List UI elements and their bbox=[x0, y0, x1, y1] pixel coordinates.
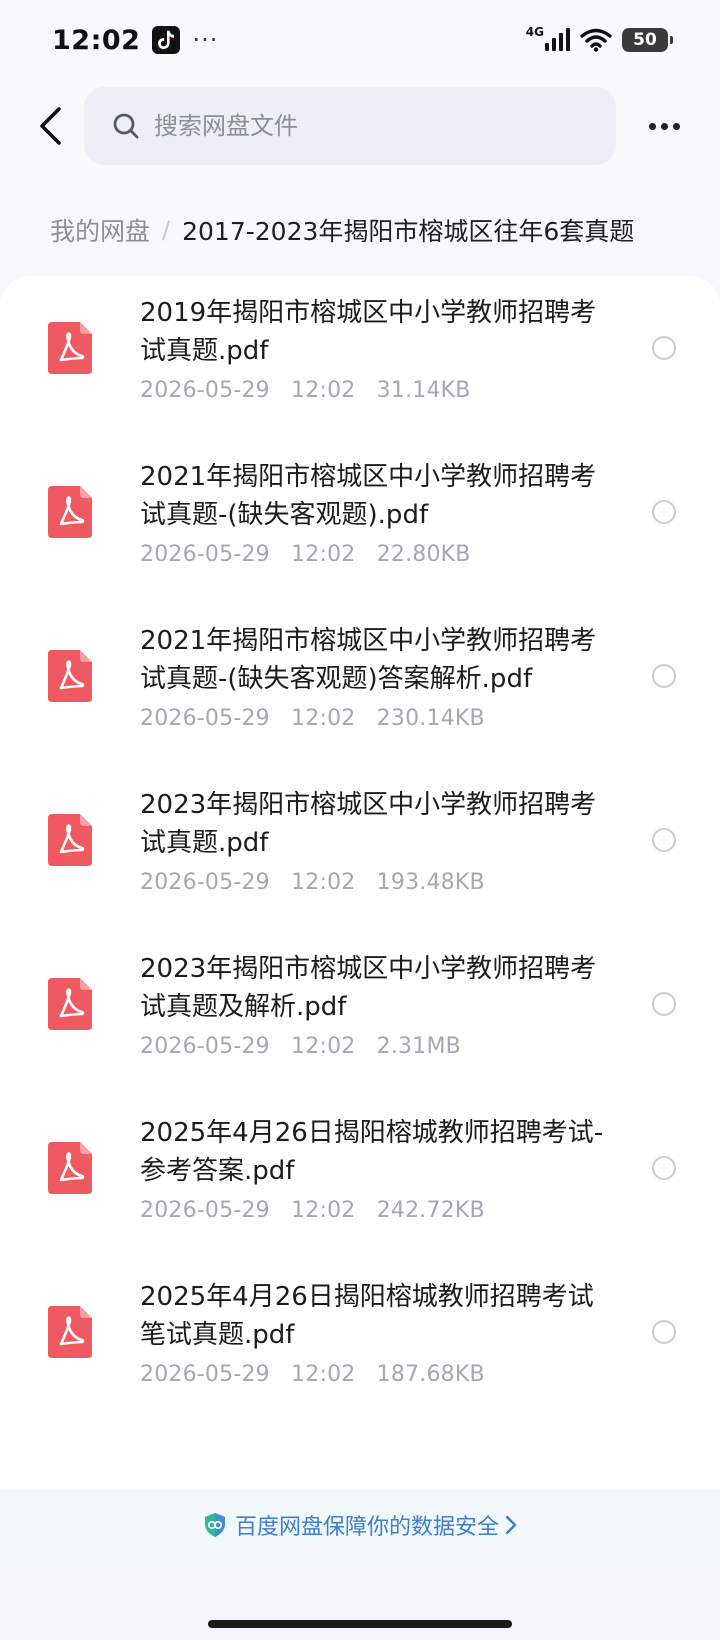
file-time: 12:02 bbox=[291, 542, 356, 567]
more-options-button[interactable] bbox=[642, 104, 686, 148]
screen: 12:02 ··· 4G 50 搜索网盘文件 我的网盘 / 2017-2023年… bbox=[0, 0, 720, 1640]
file-date: 2026-05-29 bbox=[140, 378, 270, 403]
file-date: 2026-05-29 bbox=[140, 1198, 270, 1223]
pdf-file-icon bbox=[48, 1306, 92, 1358]
file-time: 12:02 bbox=[291, 870, 356, 895]
select-radio[interactable] bbox=[652, 500, 676, 524]
more-dots-icon bbox=[672, 122, 680, 130]
file-row[interactable]: 2023年揭阳市榕城区中小学教师招聘考试真题.pdf 2026-05-29 12… bbox=[0, 770, 720, 920]
file-date: 2026-05-29 bbox=[140, 1362, 270, 1387]
file-name: 2021年揭阳市榕城区中小学教师招聘考试真题-(缺失客观题)答案解析.pdf bbox=[140, 626, 597, 694]
pdf-file-icon bbox=[48, 650, 92, 702]
more-dots-icon bbox=[648, 122, 656, 130]
file-size: 22.80KB bbox=[376, 542, 471, 567]
file-time: 12:02 bbox=[291, 1034, 356, 1059]
search-icon bbox=[113, 113, 139, 139]
status-time: 12:02 bbox=[52, 24, 141, 56]
more-dots-icon bbox=[660, 122, 668, 130]
search-box[interactable] bbox=[84, 87, 616, 165]
file-meta: 2026-05-29 12:02 22.80KB bbox=[140, 542, 471, 567]
file-name: 2025年4月26日揭阳榕城教师招聘考试-参考答案.pdf bbox=[140, 1118, 604, 1186]
file-size: 242.72KB bbox=[376, 1198, 485, 1223]
breadcrumb-current: 2017-2023年揭阳市榕城区往年6套真题 bbox=[182, 217, 635, 246]
file-row[interactable]: 2021年揭阳市榕城区中小学教师招聘考试真题-(缺失客观题).pdf 2026-… bbox=[0, 442, 720, 592]
file-name: 2023年揭阳市榕城区中小学教师招聘考试真题及解析.pdf bbox=[140, 954, 597, 1022]
select-radio[interactable] bbox=[652, 1320, 676, 1344]
file-time: 12:02 bbox=[291, 706, 356, 731]
footer: 百度网盘保障你的数据安全 bbox=[0, 1490, 720, 1560]
pdf-file-icon bbox=[48, 322, 92, 374]
file-row[interactable]: 2025年4月26日揭阳榕城教师招聘考试笔试真题.pdf 2026-05-29 … bbox=[0, 1262, 720, 1412]
back-button[interactable] bbox=[20, 96, 80, 156]
file-time: 12:02 bbox=[291, 1198, 356, 1223]
battery-icon: 50 bbox=[622, 28, 673, 52]
select-radio[interactable] bbox=[652, 828, 676, 852]
file-name: 2019年揭阳市榕城区中小学教师招聘考试真题.pdf bbox=[140, 298, 597, 366]
status-bar: 12:02 ··· 4G 50 bbox=[0, 0, 720, 80]
file-size: 187.68KB bbox=[376, 1362, 485, 1387]
file-date: 2026-05-29 bbox=[140, 542, 270, 567]
status-right: 4G 50 bbox=[525, 25, 673, 52]
file-meta: 2026-05-29 12:02 2.31MB bbox=[140, 1034, 461, 1059]
select-radio[interactable] bbox=[652, 1156, 676, 1180]
tiktok-icon bbox=[152, 26, 181, 54]
breadcrumb-root[interactable]: 我的网盘 bbox=[50, 212, 150, 248]
search-input[interactable] bbox=[154, 112, 594, 140]
file-name: 2023年揭阳市榕城区中小学教师招聘考试真题.pdf bbox=[140, 790, 597, 858]
wifi-icon bbox=[580, 28, 612, 52]
file-time: 12:02 bbox=[291, 1362, 356, 1387]
select-radio[interactable] bbox=[652, 336, 676, 360]
pdf-file-icon bbox=[48, 814, 92, 866]
file-date: 2026-05-29 bbox=[140, 1034, 270, 1059]
back-arrow-icon bbox=[40, 107, 61, 145]
file-row[interactable]: 2019年揭阳市榕城区中小学教师招聘考试真题.pdf 2026-05-29 12… bbox=[0, 278, 720, 428]
signal-icon bbox=[545, 28, 570, 51]
file-date: 2026-05-29 bbox=[140, 706, 270, 731]
file-meta: 2026-05-29 12:02 242.72KB bbox=[140, 1198, 485, 1223]
select-radio[interactable] bbox=[652, 664, 676, 688]
breadcrumb-separator: / bbox=[162, 216, 171, 244]
file-row[interactable]: 2025年4月26日揭阳榕城教师招聘考试-参考答案.pdf 2026-05-29… bbox=[0, 1098, 720, 1248]
file-name: 2021年揭阳市榕城区中小学教师招聘考试真题-(缺失客观题).pdf bbox=[140, 462, 597, 530]
network-type: 4G bbox=[525, 25, 544, 39]
file-size: 193.48KB bbox=[376, 870, 485, 895]
file-time: 12:02 bbox=[291, 378, 356, 403]
header bbox=[0, 84, 720, 168]
pdf-file-icon bbox=[48, 978, 92, 1030]
file-meta: 2026-05-29 12:02 230.14KB bbox=[140, 706, 485, 731]
file-meta: 2026-05-29 12:02 187.68KB bbox=[140, 1362, 485, 1387]
home-indicator[interactable] bbox=[208, 1620, 512, 1628]
data-security-link[interactable]: 百度网盘保障你的数据安全 bbox=[203, 1509, 517, 1541]
pdf-file-icon bbox=[48, 1142, 92, 1194]
shield-icon bbox=[204, 1513, 225, 1537]
file-name: 2025年4月26日揭阳榕城教师招聘考试笔试真题.pdf bbox=[140, 1282, 594, 1350]
file-list: 2019年揭阳市榕城区中小学教师招聘考试真题.pdf 2026-05-29 12… bbox=[0, 276, 720, 1536]
chevron-right-icon bbox=[505, 1515, 517, 1535]
file-row[interactable]: 2023年揭阳市榕城区中小学教师招聘考试真题及解析.pdf 2026-05-29… bbox=[0, 934, 720, 1084]
status-dots: ··· bbox=[192, 26, 219, 54]
file-row[interactable]: 2021年揭阳市榕城区中小学教师招聘考试真题-(缺失客观题)答案解析.pdf 2… bbox=[0, 606, 720, 756]
file-size: 230.14KB bbox=[376, 706, 485, 731]
breadcrumb: 我的网盘 / 2017-2023年揭阳市榕城区往年6套真题 bbox=[50, 206, 710, 254]
file-size: 31.14KB bbox=[376, 378, 471, 403]
pdf-file-icon bbox=[48, 486, 92, 538]
file-size: 2.31MB bbox=[376, 1034, 461, 1059]
select-radio[interactable] bbox=[652, 992, 676, 1016]
file-date: 2026-05-29 bbox=[140, 870, 270, 895]
battery-level: 50 bbox=[633, 30, 657, 50]
footer-text: 百度网盘保障你的数据安全 bbox=[234, 1515, 499, 1540]
file-meta: 2026-05-29 12:02 31.14KB bbox=[140, 378, 471, 403]
file-meta: 2026-05-29 12:02 193.48KB bbox=[140, 870, 485, 895]
